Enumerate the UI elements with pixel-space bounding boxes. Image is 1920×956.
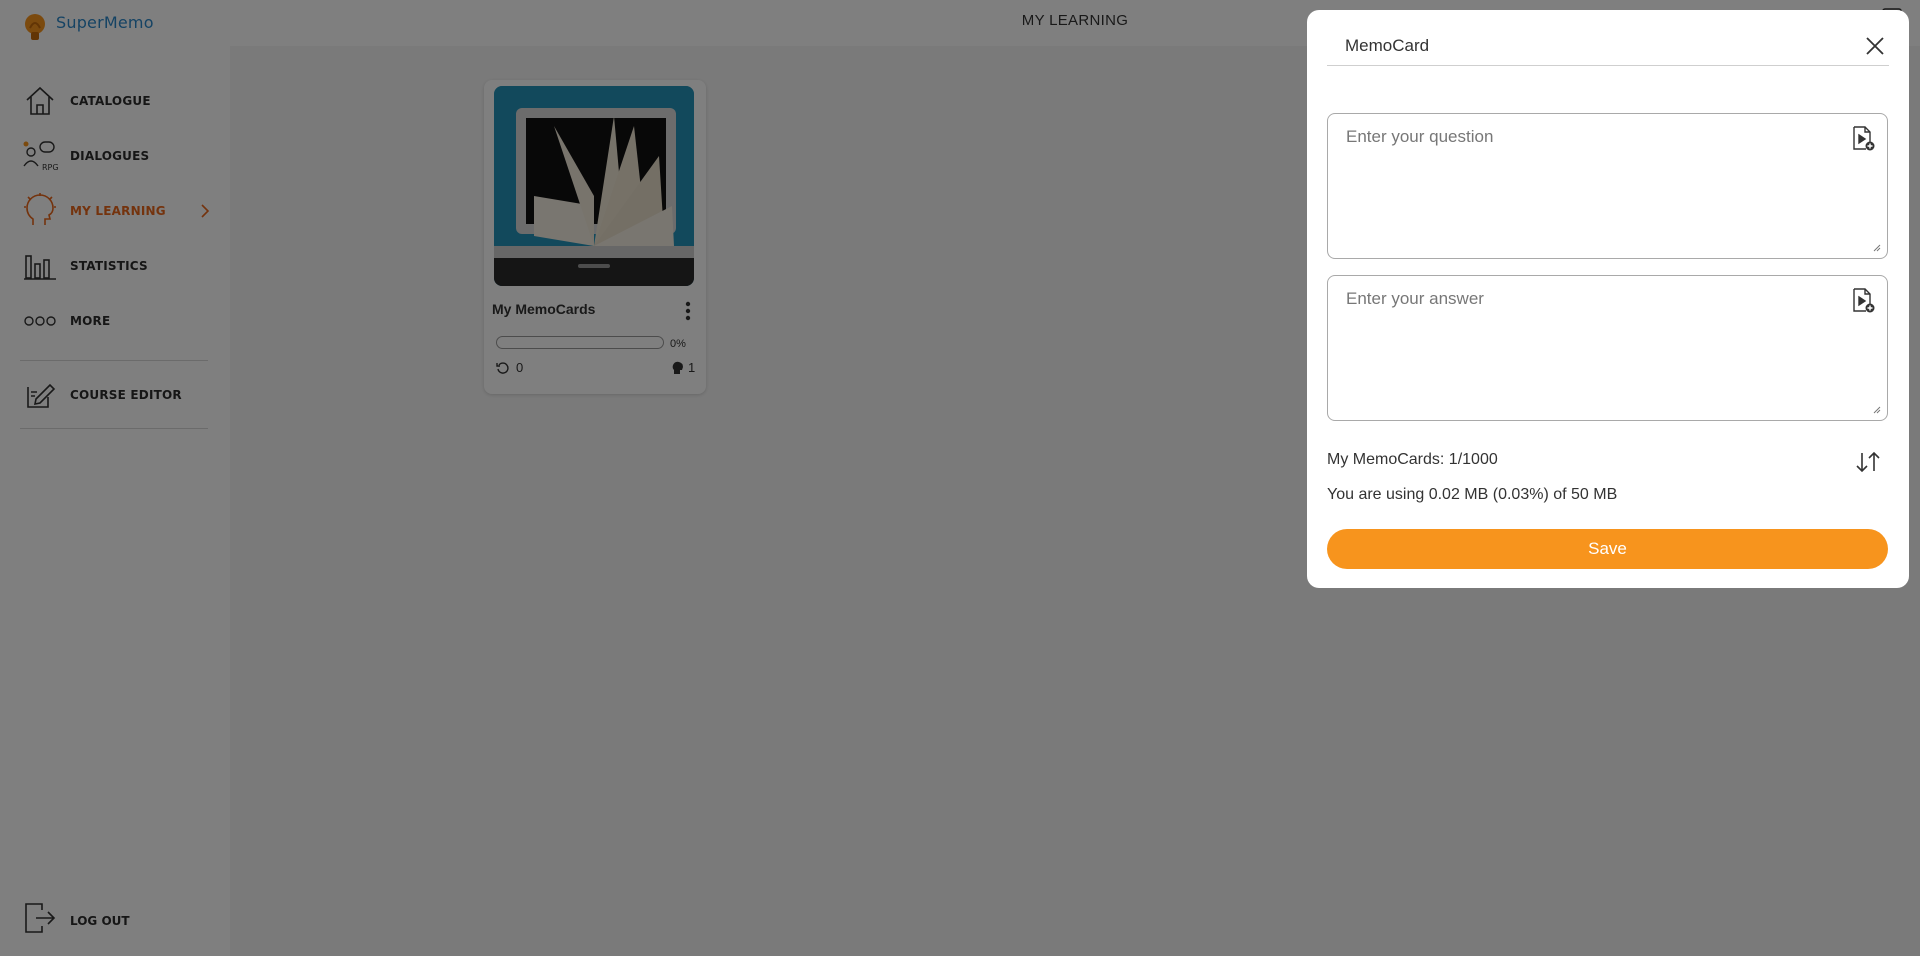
answer-input[interactable]	[1328, 276, 1887, 420]
save-button[interactable]: Save	[1327, 529, 1888, 569]
resize-handle-icon[interactable]	[1871, 404, 1881, 414]
add-media-icon[interactable]	[1849, 124, 1877, 152]
question-field	[1327, 113, 1888, 259]
add-media-icon[interactable]	[1849, 286, 1877, 314]
sort-arrows-icon[interactable]	[1853, 450, 1883, 474]
dialog-title: MemoCard	[1345, 36, 1430, 55]
memocard-dialog: MemoCard My MemoCards: 1/1000 You are us…	[1307, 10, 1909, 588]
close-icon[interactable]	[1861, 32, 1889, 60]
storage-usage: You are using 0.02 MB (0.03%) of 50 MB	[1327, 486, 1618, 503]
answer-field	[1327, 275, 1888, 421]
question-input[interactable]	[1328, 114, 1887, 258]
resize-handle-icon[interactable]	[1871, 242, 1881, 252]
dialog-divider	[1327, 65, 1889, 66]
memocards-count: My MemoCards: 1/1000	[1327, 451, 1498, 468]
